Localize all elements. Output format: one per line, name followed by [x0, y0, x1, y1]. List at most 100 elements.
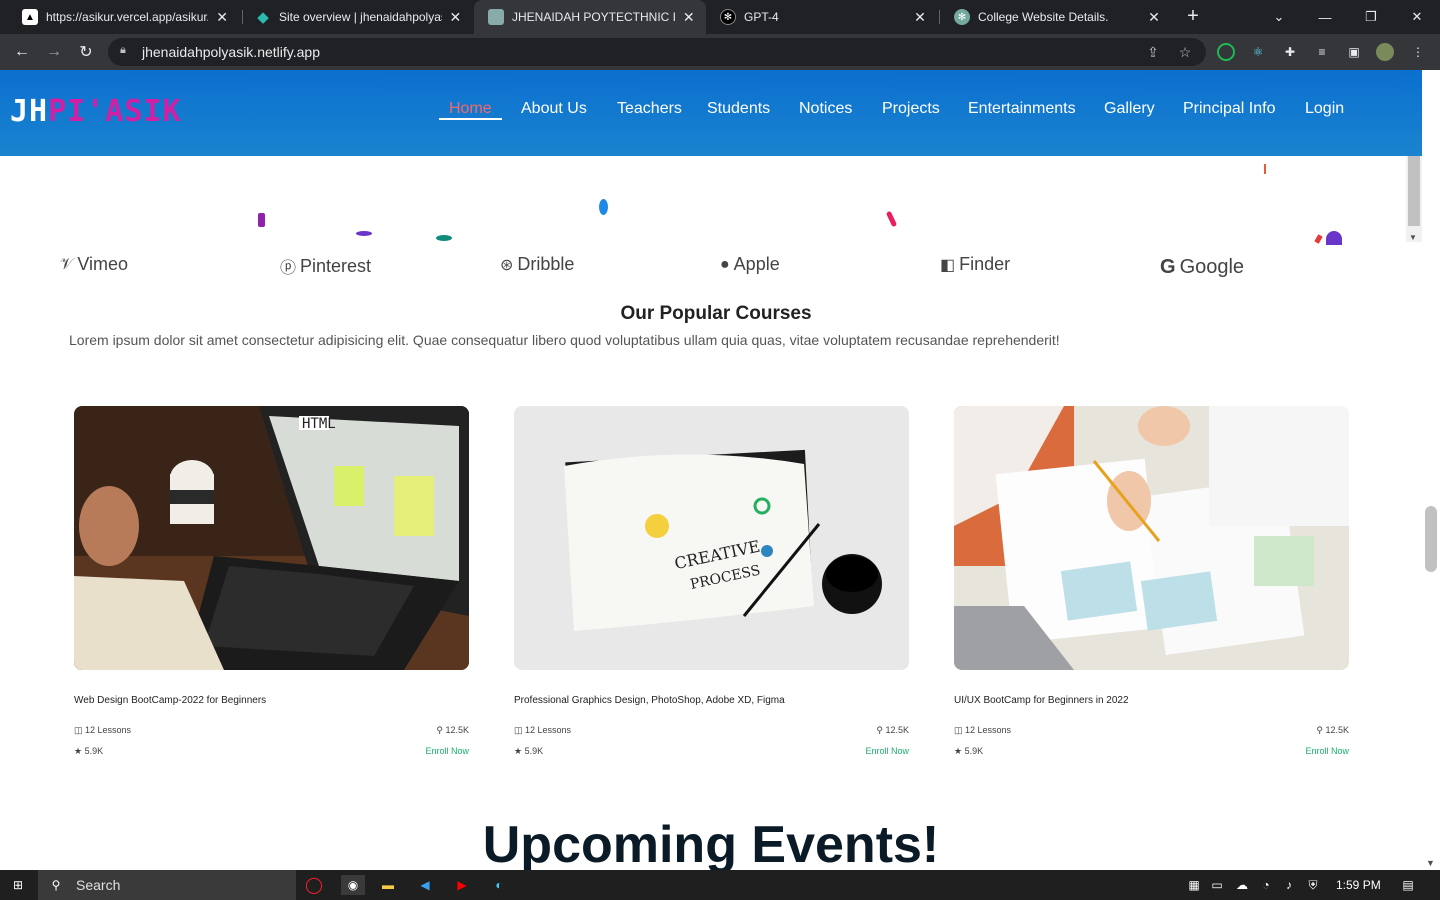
file-explorer-icon[interactable]: ▬	[378, 875, 398, 895]
page-scrollbar-thumb[interactable]	[1425, 506, 1437, 572]
opera-icon[interactable]: ◯	[304, 875, 324, 895]
extension-icon[interactable]	[1217, 43, 1235, 61]
close-tab-icon[interactable]: ✕	[1146, 9, 1162, 26]
course-title[interactable]: Web Design BootCamp-2022 for Beginners	[74, 695, 266, 706]
nav-home[interactable]: Home	[449, 100, 492, 118]
confetti	[436, 235, 452, 241]
browser-tab-active[interactable]: JHENAIDAH POYTECTHNIC INS ✕	[474, 0, 706, 34]
share-icon[interactable]: ⇪	[1144, 43, 1162, 61]
course-image: HTML	[74, 406, 469, 670]
taskbar-search[interactable]: ⚲ Search	[38, 870, 296, 900]
close-tab-icon[interactable]: ✕	[912, 9, 928, 26]
inner-scrollbar[interactable]: ▼	[1406, 156, 1422, 242]
new-tab-button[interactable]: +	[1182, 5, 1204, 27]
site-icon	[488, 9, 504, 25]
chatgpt-icon: ✻	[954, 9, 970, 25]
react-devtools-icon[interactable]: ⚛	[1249, 43, 1267, 61]
nav-teachers[interactable]: Teachers	[617, 100, 682, 118]
avatar[interactable]	[1376, 43, 1394, 61]
security-icon[interactable]: ⛨	[1303, 875, 1323, 895]
browser-tab[interactable]: ✻ GPT-4 ✕	[706, 0, 938, 34]
confetti	[599, 199, 608, 215]
nav-login[interactable]: Login	[1305, 100, 1344, 118]
rating: ★ 5.9K	[954, 746, 984, 756]
close-tab-icon[interactable]: ✕	[448, 9, 463, 26]
lessons-count: ◫ 12 Lessons	[74, 725, 132, 735]
inner-scrollbar-thumb[interactable]	[1408, 156, 1420, 226]
network-icon[interactable]: ▭	[1207, 875, 1227, 895]
taskbar-clock[interactable]: 1:59 PM	[1336, 878, 1381, 892]
youtube-icon[interactable]: ▶	[452, 875, 472, 895]
close-tab-icon[interactable]: ✕	[214, 9, 230, 26]
reading-list-icon[interactable]: ≡	[1313, 43, 1331, 61]
browser-tab[interactable]: ◆ Site overview | jhenaidahpolyasi ✕	[241, 0, 473, 34]
browser-toolbar: ← → ↻ 🔒︎ jhenaidahpolyasik.netlify.app ⇪…	[0, 34, 1440, 70]
nav-entertainments[interactable]: Entertainments	[968, 100, 1076, 118]
extensions-puzzle-icon[interactable]: ✚	[1281, 43, 1299, 61]
edge-icon[interactable]: ◐	[489, 875, 509, 895]
close-window-button[interactable]: ✕	[1394, 0, 1440, 34]
vscode-icon[interactable]: ◀	[415, 875, 435, 895]
minimize-button[interactable]: —	[1302, 0, 1348, 34]
side-panel-icon[interactable]: ▣	[1345, 43, 1363, 61]
confetti	[258, 213, 265, 227]
page-scrollbar[interactable]: ▼	[1422, 70, 1440, 870]
enroll-now-link[interactable]: Enroll Now	[425, 746, 469, 756]
scroll-down-icon[interactable]: ▼	[1426, 858, 1435, 868]
students-count: ⚲ 12.5K	[1316, 725, 1349, 735]
back-icon[interactable]: ←	[10, 40, 34, 64]
wifi-icon[interactable]: ◔	[1256, 875, 1276, 895]
nav-notices[interactable]: Notices	[799, 100, 852, 118]
confetti	[885, 210, 898, 228]
lock-icon: 🔒︎	[120, 44, 126, 56]
windows-start-icon[interactable]: ⊞	[8, 875, 28, 895]
tray-app-icon[interactable]: ▦	[1184, 875, 1204, 895]
restore-button[interactable]: ❐	[1348, 0, 1394, 34]
nav-principal-info[interactable]: Principal Info	[1183, 100, 1276, 118]
course-title[interactable]: Professional Graphics Design, PhotoShop,…	[514, 695, 785, 706]
scroll-down-icon[interactable]: ▼	[1409, 233, 1417, 242]
course-title[interactable]: UI/UX BootCamp for Beginners in 2022	[954, 695, 1129, 706]
search-icon: ⚲	[51, 878, 61, 892]
onedrive-icon[interactable]: ☁	[1232, 875, 1252, 895]
forward-icon[interactable]: →	[42, 40, 66, 64]
course-card[interactable]: UI/UX BootCamp for Beginners in 2022 ◫ 1…	[954, 406, 1349, 766]
enroll-now-link[interactable]: Enroll Now	[1305, 746, 1349, 756]
notifications-icon[interactable]: ▤	[1398, 875, 1418, 895]
browser-tab[interactable]: ✻ College Website Details. ✕	[940, 0, 1172, 34]
events-title: Upcoming Events!	[482, 816, 940, 874]
active-nav-underline	[439, 118, 502, 120]
tab-search-icon[interactable]: ⌄	[1256, 0, 1302, 34]
dribbble-icon: ⊛	[500, 256, 514, 274]
confetti	[1314, 234, 1323, 244]
nav-projects[interactable]: Projects	[882, 100, 940, 118]
browser-tab[interactable]: ▲ https://asikur.vercel.app/asikur/ ✕	[8, 0, 240, 34]
course-image	[954, 406, 1349, 670]
menu-icon[interactable]: ⋮	[1409, 43, 1427, 61]
chrome-icon[interactable]: ◉	[341, 875, 365, 895]
course-image: CREATIVE PROCESS	[514, 406, 909, 670]
nav-about-us[interactable]: About Us	[521, 100, 587, 118]
rating: ★ 5.9K	[74, 746, 104, 756]
nav-students[interactable]: Students	[707, 100, 770, 118]
address-bar[interactable]: 🔒︎ jhenaidahpolyasik.netlify.app ⇪ ☆	[108, 38, 1206, 66]
nav-gallery[interactable]: Gallery	[1104, 100, 1155, 118]
course-card[interactable]: HTML Web Design BootCamp-2022 for Beginn…	[74, 406, 469, 766]
course-card[interactable]: CREATIVE PROCESS Professional Graphics D…	[514, 406, 909, 766]
netlify-icon: ◆	[257, 9, 269, 26]
lessons-count: ◫ 12 Lessons	[514, 725, 572, 735]
bookmark-star-icon[interactable]: ☆	[1176, 43, 1194, 61]
star-icon: ★	[514, 746, 525, 756]
confetti	[1326, 231, 1342, 245]
book-icon: ◫	[74, 725, 86, 735]
enroll-now-link[interactable]: Enroll Now	[865, 746, 909, 756]
star-icon: ★	[74, 746, 85, 756]
students-count: ⚲ 12.5K	[876, 725, 909, 735]
reload-icon[interactable]: ↻	[74, 40, 98, 64]
brand-finder: ◧ Finder	[940, 254, 1011, 274]
brand-pinterest: ⓟ Pinterest	[280, 255, 372, 278]
volume-icon[interactable]: ♪	[1279, 875, 1299, 895]
close-tab-icon[interactable]: ✕	[682, 9, 696, 26]
star-icon: ★	[954, 746, 965, 756]
students-count: ⚲ 12.5K	[436, 725, 469, 735]
